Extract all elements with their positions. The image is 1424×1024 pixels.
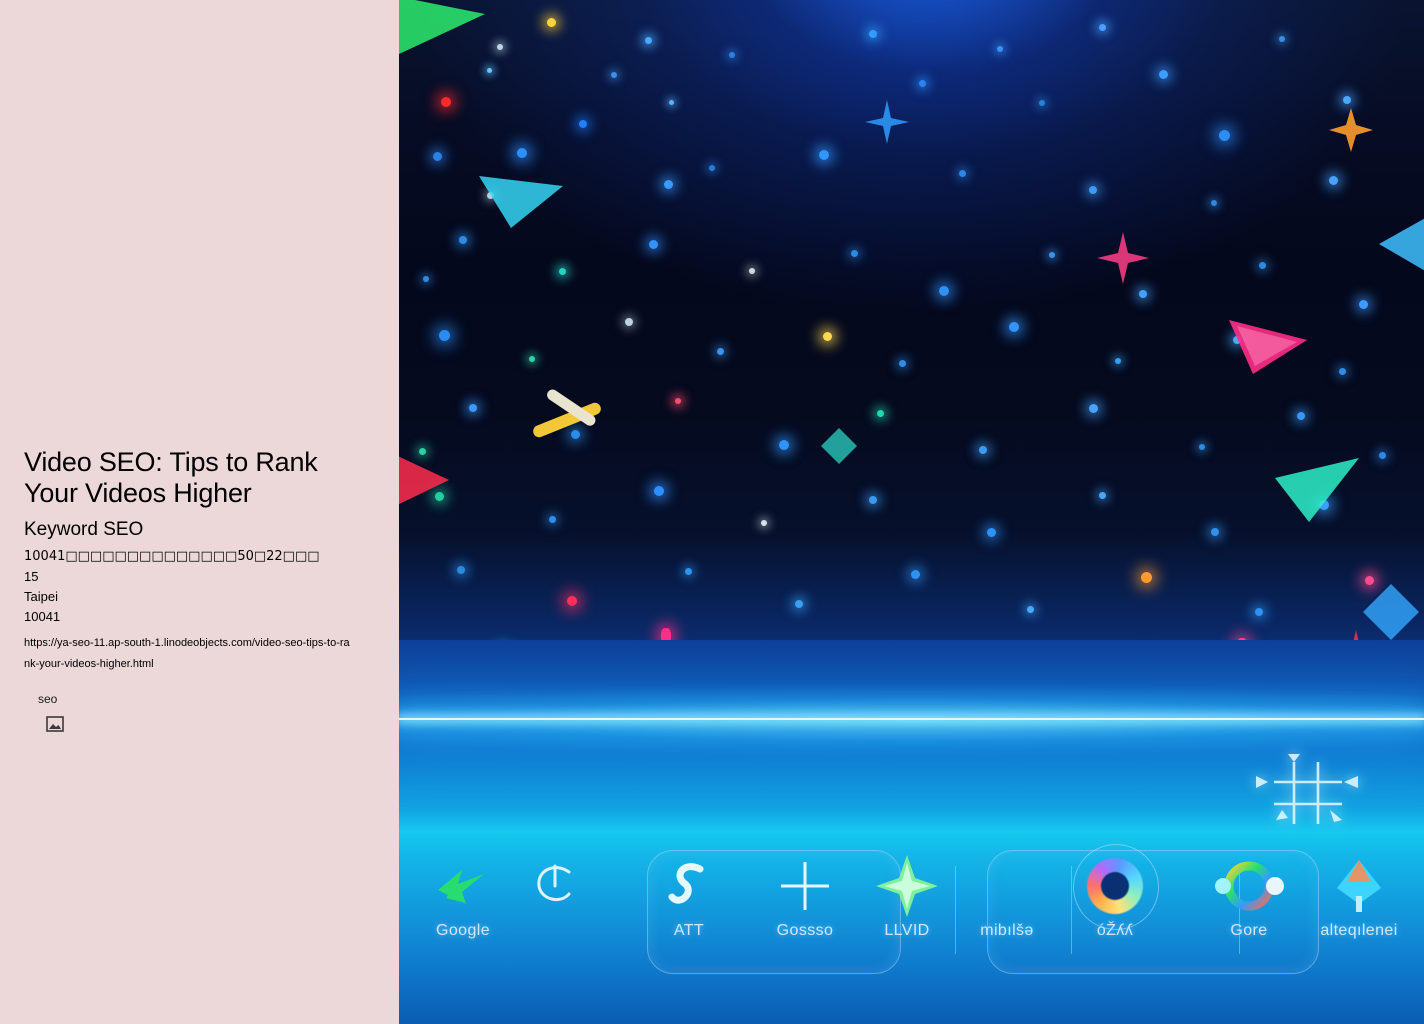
page-root: Video SEO: Tips to Rank Your Videos High… [0, 0, 1424, 1024]
dock-label-5: mibılšə [980, 922, 1034, 939]
dock-item-5[interactable]: mibılšə [947, 850, 1067, 940]
page-title: Video SEO: Tips to Rank Your Videos High… [24, 447, 318, 508]
brand-icon-dock: Google ATT Gossso LLVID mibılšə óŽʎʎ Gor… [399, 836, 1424, 976]
dock-label-2: ATT [673, 922, 705, 939]
red-triangle-shape [399, 452, 459, 512]
dock-item-6[interactable]: óŽʎʎ [1055, 844, 1175, 940]
multicolor-orbit-icon [1189, 850, 1309, 922]
blank-icon [947, 850, 1067, 922]
teal-diamond-shape [819, 426, 859, 466]
magenta-triangle-shape [1223, 310, 1315, 382]
broken-image-icon [46, 716, 64, 732]
article-metadata-panel: Video SEO: Tips to Rank Your Videos High… [0, 0, 399, 1024]
city-line: Taipei [24, 589, 58, 604]
teal-triangle-shape [1267, 452, 1367, 528]
crosshair-grid-icon [1254, 752, 1364, 832]
source-url[interactable]: https://ya-seo-11.ap-south-1.linodeobjec… [24, 633, 354, 675]
dock-label-0: Google [436, 922, 490, 939]
swirl-s-icon [629, 850, 749, 922]
cyan-right-shape [1377, 210, 1424, 280]
dock-label-8: alteqılenei [1320, 922, 1398, 939]
keyword-label: Keyword SEO [24, 519, 144, 540]
article-meta-block: Video SEO: Tips to Rank Your Videos High… [24, 447, 396, 675]
horizon-glow [399, 680, 1424, 760]
cyan-cone-icon [1299, 850, 1419, 922]
neon-c-hook-icon [495, 850, 615, 922]
horizon-line [399, 718, 1424, 720]
yellow-cross-shape [527, 386, 621, 452]
magenta-star-shape [1097, 232, 1149, 284]
blue-sparkle-shape [865, 100, 909, 144]
hero-image: Google ATT Gossso LLVID mibılšə óŽʎʎ Gor… [399, 0, 1424, 1024]
image-alt-caption: seo [38, 692, 58, 706]
number-line: 15 [24, 569, 39, 584]
address-line: 10041□□□□□□□□□□□□□□50□22□□□ [24, 549, 320, 564]
dock-label-7: Gore [1230, 922, 1268, 939]
dock-item-1[interactable] [495, 850, 615, 922]
google-circle-icon [1055, 844, 1175, 930]
green-triangle-shape [399, 0, 495, 62]
dock-item-2[interactable]: ATT [629, 850, 749, 940]
dock-item-7[interactable]: Gore [1189, 850, 1309, 940]
orange-sparkle-shape [1329, 108, 1373, 152]
postal-code-line: 10041 [24, 609, 61, 624]
cyan-triangle-shape [477, 170, 569, 234]
dock-item-8[interactable]: alteqılenei [1299, 850, 1419, 940]
